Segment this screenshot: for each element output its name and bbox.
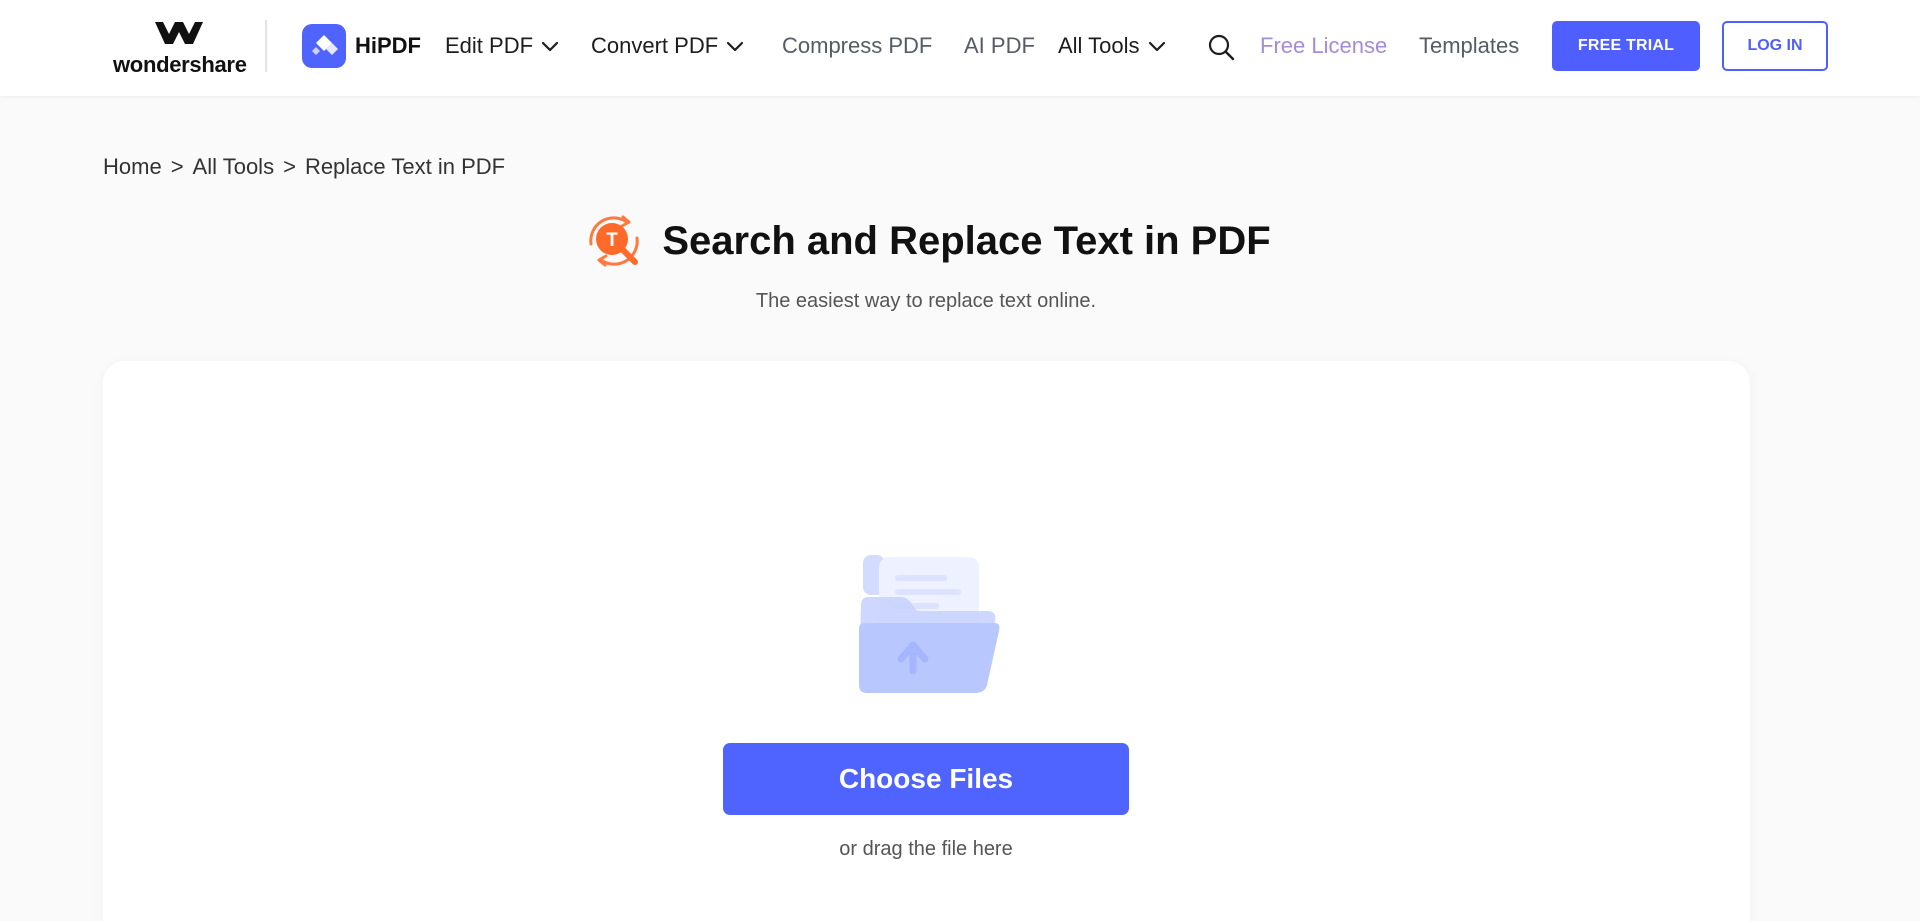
top-navigation-bar: wondershare HiPDF Edit PDF Convert PDF C… [0,0,1920,96]
nav-ai-pdf-label: AI PDF [964,33,1035,58]
wondershare-logo[interactable]: wondershare [113,20,247,77]
folder-upload-icon [859,555,1000,693]
hipdf-logo-icon [302,24,346,68]
hipdf-logo[interactable]: HiPDF [302,24,421,68]
nav-all-tools[interactable]: All Tools [1058,29,1166,63]
nav-free-license[interactable]: Free License [1260,29,1387,63]
nav-all-tools-label: All Tools [1058,33,1140,58]
nav-convert-pdf[interactable]: Convert PDF [591,29,744,63]
breadcrumb-current: Replace Text in PDF [304,154,506,179]
replace-text-icon-letter: T [607,230,619,251]
hipdf-wordmark: HiPDF [355,33,421,58]
nav-templates-label: Templates [1419,33,1520,58]
free-trial-button[interactable]: FREE TRIAL [1552,21,1700,71]
wondershare-wordmark: wondershare [113,52,247,77]
nav-templates[interactable]: Templates [1419,29,1519,63]
wondershare-logo-icon [155,22,203,44]
breadcrumb: Home > All Tools > Replace Text in PDF [103,152,505,182]
breadcrumb-home[interactable]: Home [103,152,162,182]
breadcrumb-separator: > [283,154,296,179]
chevron-down-icon [1148,41,1165,52]
search-icon[interactable] [1207,33,1235,61]
page-header: T Search and Replace Text in PDF [0,208,1852,274]
chevron-down-icon [541,41,559,52]
nav-edit-pdf[interactable]: Edit PDF [445,29,559,63]
header-divider [265,20,267,72]
nav-ai-pdf[interactable]: AI PDF [964,29,1035,63]
nav-convert-pdf-label: Convert PDF [591,33,719,58]
breadcrumb-separator: > [170,154,184,179]
breadcrumb-all-tools[interactable]: All Tools [193,152,275,182]
choose-files-button[interactable]: Choose Files [723,743,1129,815]
nav-compress-pdf[interactable]: Compress PDF [782,29,932,63]
nav-free-license-label: Free License [1260,33,1388,58]
chevron-down-icon [727,41,744,52]
page-title: Search and Replace Text in PDF [662,218,1271,263]
replace-text-icon: T [589,215,640,267]
nav-compress-pdf-label: Compress PDF [782,33,933,58]
login-button[interactable]: LOG IN [1722,21,1828,71]
drag-hint: or drag the file here [839,838,1013,860]
nav-edit-pdf-label: Edit PDF [445,33,534,58]
page-subtitle: The easiest way to replace text online. [755,290,1097,312]
